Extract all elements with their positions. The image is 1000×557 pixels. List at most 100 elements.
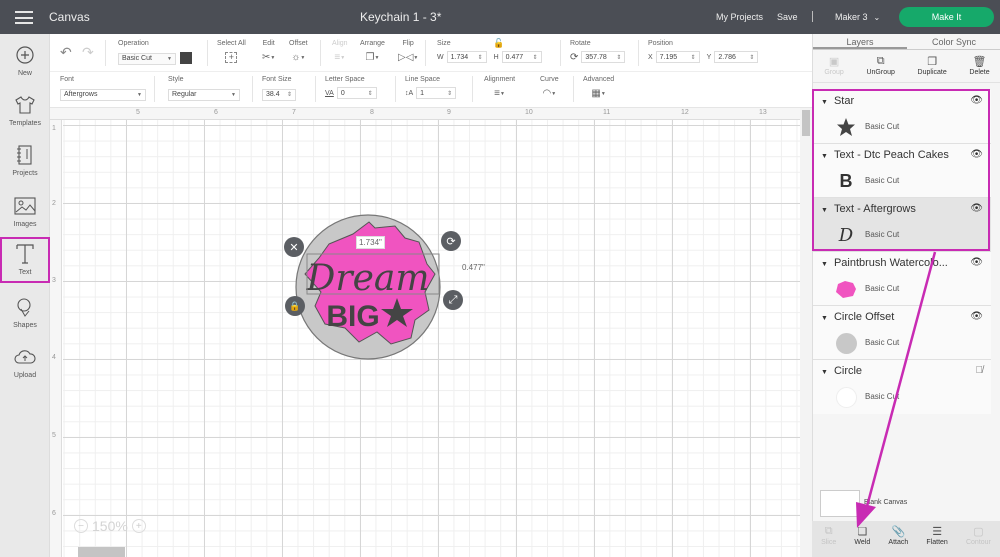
font-size-group: Font Size 38.4 ⇕ [262,76,296,101]
scrollbar-thumb[interactable] [802,110,810,136]
edit-button[interactable]: Edit ✂ ▼ [262,40,275,65]
sidebar-item-shapes[interactable]: Shapes [0,292,50,338]
caret-down-icon[interactable]: ▼ [821,99,828,106]
eye-icon[interactable]: 👁 [970,257,983,268]
y-value: 2.786 [718,53,736,61]
zoom-out-button[interactable]: − [74,519,88,533]
bottom-tools: ⧉ Slice ❏ Weld 📎 Attach ☰ Flatten ▢ Contour [812,521,1000,557]
resize-handle[interactable]: ⤢ [443,290,463,310]
alignment-button[interactable]: Alignment ≡ ▼ [484,76,515,101]
contour-label: Contour [965,539,991,546]
layer-item-star[interactable]: ▼ Star 👁 Basic Cut [813,90,991,144]
trash-icon: 🗑 [972,56,987,68]
my-projects-link[interactable]: My Projects [716,12,763,22]
flatten-button[interactable]: ☰ Flatten [926,521,947,557]
caret-down-icon[interactable]: ▼ [821,207,828,214]
ruler-top: 5 6 7 8 9 10 11 12 13 [50,108,800,120]
sidebar-item-projects[interactable]: Projects [0,140,50,186]
line-space-label: Line Space [405,76,441,83]
eye-hidden-icon[interactable]: 👁̸ [976,365,984,376]
stepper-icon: ⇕ [447,90,453,97]
ruler-tick-label: 9 [447,109,451,116]
layer-item-text-dtc-peach-cakes[interactable]: ▼ Text - Dtc Peach Cakes 👁 B Basic Cut [813,144,991,198]
sidebar-item-new[interactable]: New [0,40,50,86]
save-button[interactable]: Save [777,12,798,22]
contour-button[interactable]: ▢ Contour [966,521,991,557]
arrange-icon: ❐ ▼ [365,52,380,63]
advanced-button[interactable]: Advanced ▦ ▼ [583,76,614,101]
font-value: Aftergrows [64,91,98,98]
ungroup-button[interactable]: ⧉ UnGroup [866,51,894,82]
stepper-icon: ⇕ [616,54,622,61]
blank-canvas-swatch[interactable] [820,490,860,517]
font-size-input[interactable]: 38.4 ⇕ [262,88,296,101]
style-select[interactable]: Regular ▼ [168,88,240,101]
style-label: Style [168,76,184,83]
layer-item-paintbrush[interactable]: ▼ Paintbrush Watercolo... 👁 Basic Cut [813,252,991,306]
letter-space-input[interactable]: 0 ⇕ [336,87,377,99]
x-input[interactable]: 7.195 ⇕ [655,51,700,63]
delete-handle[interactable]: ✕ [284,237,304,257]
rotate-handle[interactable]: ⟳ [441,231,461,251]
offset-button[interactable]: Offset ☼ ▼ [289,40,308,65]
flip-button[interactable]: Flip ▷◁ ▼ [398,40,418,65]
align-button[interactable]: Align ≡ ▼ [332,40,348,65]
ruler-tick-label: 2 [52,200,56,207]
lock-ratio-icon[interactable]: 🔓 [493,38,504,49]
duplicate-icon: ❐ [927,56,938,68]
vertical-scrollbar[interactable] [800,108,812,557]
undo-button[interactable]: ↶ [60,44,72,62]
caret-down-icon[interactable]: ▼ [821,369,828,376]
caret-down-icon[interactable]: ▼ [821,261,828,268]
font-select[interactable]: Aftergrows ▼ [60,88,146,101]
sidebar-item-upload[interactable]: Upload [0,342,50,388]
y-input[interactable]: 2.786 ⇕ [714,51,759,63]
caret-down-icon[interactable]: ▼ [821,153,828,160]
line-space-input[interactable]: 1 ⇕ [416,87,457,99]
tab-color-sync[interactable]: Color Sync [907,34,1000,49]
machine-selector[interactable]: Maker 3 ⌄ [835,12,880,22]
select-all-button[interactable]: Select All + [217,40,246,65]
rotate-input[interactable]: 357.78 ⇕ [581,51,626,63]
attach-button[interactable]: 📎 Attach [888,521,908,557]
lock-handle[interactable]: 🔒 [285,296,305,316]
make-it-button[interactable]: Make It [899,7,994,27]
weld-button[interactable]: ❏ Weld [854,521,870,557]
sidebar-item-images[interactable]: Images [0,191,50,237]
caret-down-icon[interactable]: ▼ [821,315,828,322]
operation-select[interactable]: Basic Cut ▼ [118,52,176,65]
color-swatch[interactable] [180,51,192,64]
eye-icon[interactable]: 👁 [970,311,983,322]
layer-item-circle-offset[interactable]: ▼ Circle Offset 👁 Basic Cut [813,306,991,360]
slice-button[interactable]: ⧉ Slice [821,521,836,557]
sidebar-item-templates[interactable]: Templates [0,90,50,136]
curve-button[interactable]: Curve ◠ ▼ [540,76,559,101]
ruler-tick-label: 1 [52,125,56,132]
rotate-value: 357.78 [585,53,607,61]
eye-icon[interactable]: 👁 [970,95,983,106]
delete-button[interactable]: 🗑 Delete [969,51,989,82]
zoom-in-button[interactable]: + [131,519,146,533]
group-button[interactable]: ▣ Group [824,51,843,82]
duplicate-button[interactable]: ❐ Duplicate [918,51,947,82]
ruler-left: 1 2 3 4 5 6 [50,120,62,557]
ruler-tick-label: 5 [136,109,140,116]
width-input[interactable]: 1.734 ⇕ [446,51,487,63]
eye-icon[interactable]: 👁 [970,203,983,214]
sidebar-item-label: New [17,70,32,77]
arrange-button[interactable]: Arrange ❐ ▼ [360,40,385,65]
redo-button[interactable]: ↷ [82,44,94,62]
layer-operation: Basic Cut [865,392,900,401]
height-input[interactable]: 0.477 ⇕ [501,51,542,63]
layer-title: Circle Offset [833,311,895,323]
menu-icon[interactable] [15,11,33,24]
flatten-icon: ☰ [932,526,943,538]
eye-icon[interactable]: 👁 [970,149,983,160]
notebook-icon [14,144,36,166]
layer-item-text-aftergrows[interactable]: ▼ Text - Aftergrows 👁 D Basic Cut [813,198,991,252]
layer-item-circle[interactable]: ▼ Circle 👁̸ Basic Cut [813,360,991,414]
tab-layers[interactable]: Layers [813,34,907,49]
document-title[interactable]: Keychain 1 - 3* [360,10,441,24]
horizontal-scrollbar[interactable] [78,547,125,557]
sidebar-item-text[interactable]: Text [0,237,50,283]
